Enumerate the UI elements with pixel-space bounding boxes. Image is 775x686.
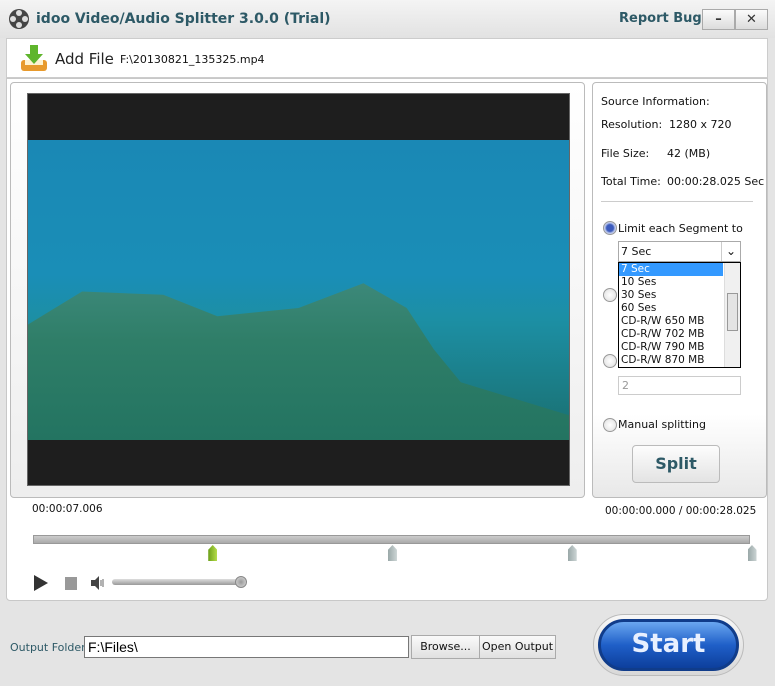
split-button[interactable]: Split [632, 445, 720, 483]
dropdown-option[interactable]: 60 Ses [619, 302, 723, 315]
file-size-value: 42 (MB) [667, 147, 711, 160]
output-folder-label: Output Folder: [10, 641, 90, 654]
source-info-heading: Source Information: [601, 95, 710, 108]
spinner-value: 2 [622, 379, 629, 392]
current-time: 00:00:07.006 [32, 503, 103, 515]
limit-segment-label: Limit each Segment to [618, 222, 743, 235]
total-time-label: Total Time: [601, 175, 661, 188]
segment-count-spinner[interactable]: 2 [618, 376, 741, 395]
play-icon[interactable] [33, 575, 49, 591]
manual-splitting-label: Manual splitting [618, 418, 706, 431]
dropdown-option[interactable]: CD-R/W 650 MB [619, 315, 723, 328]
speaker-icon[interactable] [91, 576, 105, 590]
split-option-radio-2[interactable] [603, 288, 617, 302]
output-folder-input[interactable] [84, 636, 409, 658]
stop-icon[interactable] [65, 577, 77, 590]
video-rock [28, 283, 569, 440]
close-button[interactable]: ✕ [735, 9, 768, 30]
open-output-button[interactable]: Open Output [479, 635, 556, 659]
toolbar: Add File F:\20130821_135325.mp4 [6, 38, 768, 78]
dropdown-option[interactable]: 10 Ses [619, 276, 723, 289]
manual-splitting-radio[interactable] [603, 418, 617, 432]
volume-slider-handle[interactable] [235, 576, 247, 588]
dropdown-option[interactable]: 7 Sec [619, 263, 723, 276]
video-preview [27, 93, 570, 486]
minimize-button[interactable]: – [702, 9, 735, 30]
title-bar: idoo Video/Audio Splitter 3.0.0 (Trial) … [0, 0, 775, 38]
dropdown-option[interactable]: CD-R/W 790 MB [619, 341, 723, 354]
file-path: F:\20130821_135325.mp4 [120, 53, 265, 66]
divider [601, 201, 753, 202]
list-scrollbar[interactable] [724, 263, 740, 367]
file-size-label: File Size: [601, 147, 650, 160]
video-image [28, 140, 569, 440]
dropdown-option[interactable]: 30 Ses [619, 289, 723, 302]
split-option-radio-3[interactable] [603, 354, 617, 368]
browse-button[interactable]: Browse... [411, 635, 480, 659]
report-bugs-link[interactable]: Report Bugs [619, 11, 709, 26]
chevron-down-icon[interactable]: ⌄ [721, 242, 740, 261]
add-file-label: Add File [55, 50, 114, 68]
resolution-label: Resolution: [601, 118, 663, 131]
dropdown-option[interactable]: CD-R/W 870 MB [619, 354, 723, 367]
dropdown-list: 7 Sec 10 Ses 30 Ses 60 Ses CD-R/W 650 MB… [618, 262, 741, 368]
dropdown-option[interactable]: CD-R/W 702 MB [619, 328, 723, 341]
scrollbar-thumb[interactable] [727, 293, 738, 331]
dropdown-value: 7 Sec [621, 245, 652, 258]
limit-segment-radio[interactable] [603, 221, 617, 235]
volume-slider[interactable] [112, 579, 242, 585]
segment-limit-dropdown[interactable]: 7 Sec ⌄ [618, 241, 741, 262]
add-file-button[interactable]: Add File [13, 42, 133, 74]
position-time: 00:00:00.000 / 00:00:28.025 [605, 505, 757, 517]
film-reel-icon [9, 9, 29, 29]
total-time-value: 00:00:28.025 Sec [667, 175, 765, 188]
start-button[interactable]: Start [598, 619, 739, 671]
timeline-track[interactable] [33, 535, 750, 544]
resolution-value: 1280 x 720 [669, 118, 732, 131]
window-title: idoo Video/Audio Splitter 3.0.0 (Trial) [36, 11, 331, 27]
download-icon [21, 45, 47, 71]
